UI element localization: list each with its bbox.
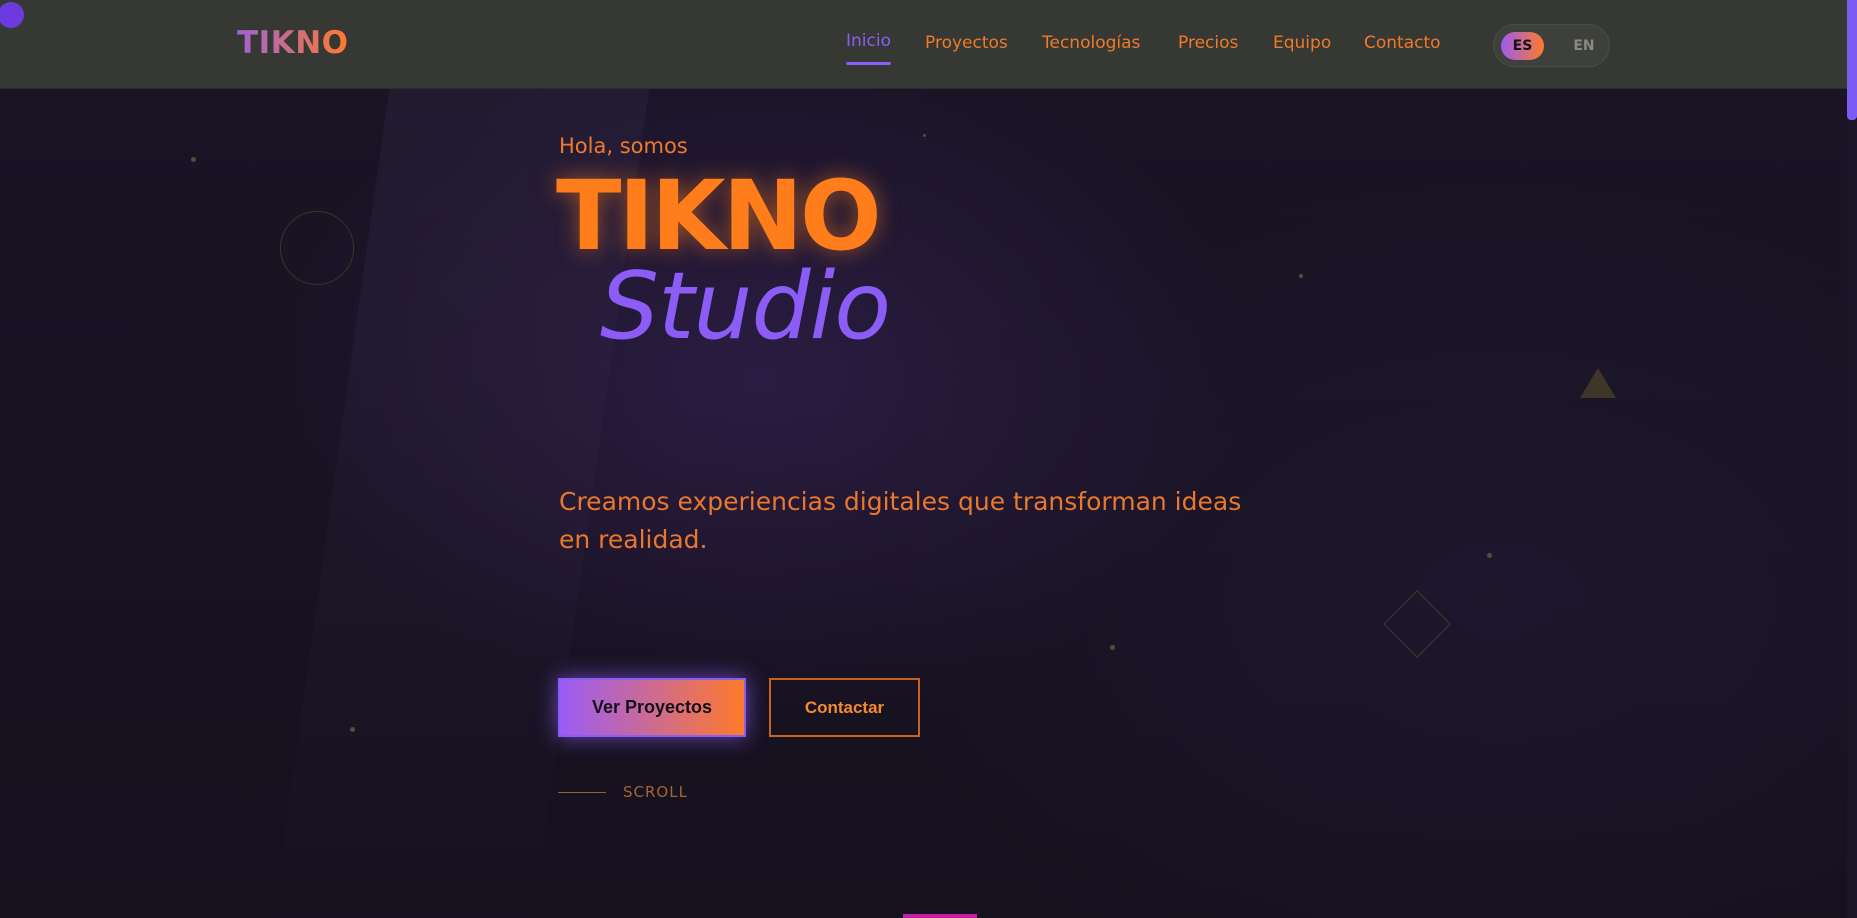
decorative-triangle [1580, 368, 1616, 398]
navbar: TIKNO Inicio Proyectos Tecnologías Preci… [0, 0, 1857, 89]
decorative-dot [191, 157, 196, 162]
active-nav-indicator [846, 62, 891, 65]
scroll-indicator-label[interactable]: SCROLL [623, 783, 688, 801]
nav-item-equipo[interactable]: Equipo [1273, 33, 1331, 53]
nav-item-inicio[interactable]: Inicio [846, 31, 891, 51]
language-option-en[interactable]: EN [1564, 32, 1604, 60]
nav-item-proyectos[interactable]: Proyectos [925, 33, 1008, 53]
decorative-dot [1487, 553, 1492, 558]
scroll-indicator-line [558, 792, 606, 793]
contact-button[interactable]: Contactar [769, 678, 920, 737]
nav-item-tecnologias[interactable]: Tecnologías [1042, 33, 1140, 53]
scrollbar[interactable] [1847, 0, 1857, 918]
decorative-dot [350, 727, 355, 732]
bottom-accent-bar [903, 914, 977, 918]
logo[interactable]: TIKNO [237, 25, 349, 61]
page: TIKNO Inicio Proyectos Tecnologías Preci… [0, 0, 1857, 918]
hero-tagline: Creamos experiencias digitales que trans… [559, 487, 1242, 554]
hero-subtitle: Studio [600, 252, 891, 360]
language-option-es[interactable]: ES [1501, 32, 1544, 60]
scrollbar-thumb[interactable] [1847, 0, 1857, 120]
view-projects-button[interactable]: Ver Proyectos [558, 678, 746, 737]
language-toggle: ES EN [1493, 24, 1610, 67]
hero-greeting: Hola, somos [559, 134, 688, 158]
decorative-circle [280, 211, 354, 285]
decorative-dot [1299, 274, 1303, 278]
decorative-diamond [1383, 590, 1451, 658]
decorative-dot [1110, 645, 1115, 650]
hero-title: TIKNO [556, 160, 882, 272]
nav-item-precios[interactable]: Precios [1178, 33, 1238, 53]
decorative-dot [923, 134, 926, 137]
nav-item-contacto[interactable]: Contacto [1364, 33, 1441, 53]
